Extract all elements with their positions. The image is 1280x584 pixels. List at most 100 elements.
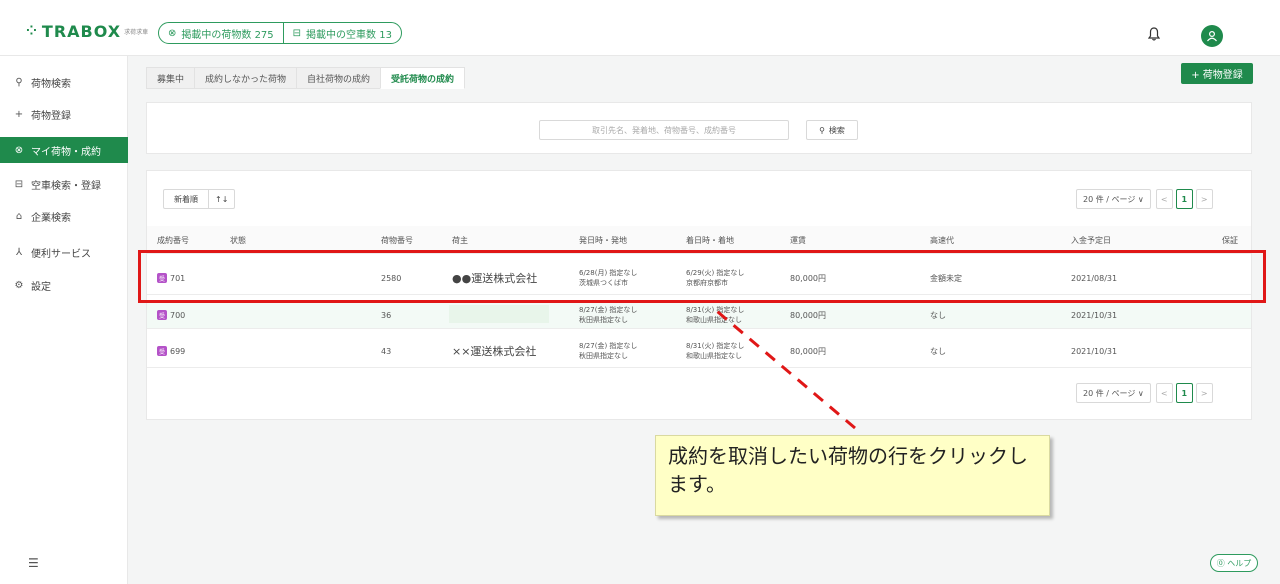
sidebar-item-truck-search[interactable]: ⊟ 空車検索・登録	[0, 171, 128, 197]
toll-cell: なし	[930, 346, 946, 356]
sidebar-item-label: 荷物登録	[31, 110, 71, 122]
cargo-count-label: 掲載中の荷物数 275	[181, 29, 274, 41]
box-icon: ⊗	[168, 27, 177, 39]
sidebar-item-cargo-register[interactable]: + 荷物登録	[0, 101, 128, 127]
next-page-button[interactable]: >	[1195, 189, 1213, 209]
sort-label: 新着順	[174, 194, 198, 204]
prev-page-button[interactable]: <	[1155, 383, 1173, 403]
page-size-label: 20 件 / ページ	[1083, 194, 1136, 204]
sidebar-item-label: 荷物検索	[31, 78, 71, 90]
logo[interactable]: ⁘ TRABOX 求荷求車	[26, 22, 148, 41]
people-icon: ⅄	[15, 246, 23, 258]
tab-consigned-contracts[interactable]: 受託荷物の成約	[380, 67, 466, 89]
bell-icon[interactable]	[1147, 27, 1161, 45]
truck-icon: ⊟	[292, 27, 302, 39]
help-icon: ⓪	[1216, 558, 1225, 568]
fare-cell: 80,000円	[790, 346, 826, 356]
table-row[interactable]: 受 700 36 8/27(金) 指定なし 秋田県指定なし 8/31(火) 指定なし…	[147, 301, 1251, 329]
page-number-button[interactable]: 1	[1175, 189, 1193, 209]
search-panel: 取引先名、発着地、荷物番号、成約番号 ⚲ 検索	[146, 102, 1252, 154]
help-label: ヘルプ	[1227, 558, 1252, 568]
user-avatar-icon[interactable]	[1201, 25, 1223, 47]
contract-badge-icon: 受	[157, 310, 167, 320]
departure-cell: 8/27(金) 指定なし 秋田県指定なし	[579, 301, 637, 329]
departure-place: 秋田県指定なし	[579, 316, 628, 324]
arrival-date: 8/31(火) 指定なし	[686, 306, 745, 314]
page-size-select[interactable]: 20 件 / ページ ∨	[1076, 383, 1151, 403]
plus-icon: +	[14, 108, 24, 120]
sidebar-item-my-cargo[interactable]: ⊗ マイ荷物・成約	[0, 137, 128, 163]
truck-icon: ⊟	[14, 178, 24, 190]
listing-stats: ⊗ 掲載中の荷物数 275 ⊟ 掲載中の空車数 13	[158, 22, 402, 44]
table-row[interactable]: 受 699 43 ××運送株式会社 8/27(金) 指定なし 秋田県指定なし 8/3…	[147, 334, 1251, 368]
box-icon: ⊗	[14, 144, 24, 156]
contract-id-cell: 受 700	[157, 301, 185, 329]
sidebar-item-label: マイ荷物・成約	[31, 146, 101, 158]
tab-not-contracted[interactable]: 成約しなかった荷物	[194, 67, 298, 89]
tab-own-contracts[interactable]: 自社荷物の成約	[296, 67, 382, 89]
search-input[interactable]: 取引先名、発着地、荷物番号、成約番号	[539, 120, 789, 140]
cargo-count-stat[interactable]: ⊗ 掲載中の荷物数 275	[159, 23, 283, 43]
search-icon: ⚲	[819, 125, 825, 135]
departure-place: 秋田県指定なし	[579, 352, 628, 360]
truck-count-stat[interactable]: ⊟ 掲載中の空車数 13	[282, 23, 401, 43]
tab-recruiting[interactable]: 募集中	[146, 67, 196, 89]
pagination-bottom: 20 件 / ページ ∨ < 1 >	[1076, 383, 1216, 403]
sort-select[interactable]: 新着順 ↑↓	[163, 189, 236, 209]
search-button-label: 検索	[828, 125, 845, 135]
gear-icon: ⚙	[14, 279, 24, 291]
search-button[interactable]: ⚲ 検索	[806, 120, 858, 140]
redacted-shipper	[449, 305, 549, 323]
contract-id: 699	[170, 346, 186, 356]
prev-page-button[interactable]: <	[1155, 189, 1173, 209]
arrival-cell: 8/31(火) 指定なし 和歌山県指定なし	[686, 301, 744, 329]
arrival-date: 8/31(火) 指定なし	[686, 342, 745, 350]
chevron-down-icon: ∨	[1137, 194, 1144, 204]
logo-text: TRABOX	[41, 22, 122, 41]
app-header: ⁘ TRABOX 求荷求車 ⊗ 掲載中の荷物数 275 ⊟ 掲載中の空車数 13	[0, 0, 1280, 56]
shipper-cell: ××運送株式会社	[452, 345, 537, 358]
payment-date-cell: 2021/10/31	[1071, 310, 1118, 320]
sidebar: ⚲ 荷物検索 + 荷物登録 ⊗ マイ荷物・成約 ⊟ 空車検索・登録 ⌂ 企業検索…	[0, 56, 128, 584]
sidebar-item-services[interactable]: ⅄ 便利サービス	[0, 239, 128, 265]
page-number-button[interactable]: 1	[1175, 383, 1193, 403]
pagination-top: 20 件 / ページ ∨ < 1 >	[1076, 189, 1216, 209]
arrival-cell: 8/31(火) 指定なし 和歌山県指定なし	[686, 334, 744, 368]
logo-mark-icon: ⁘	[26, 24, 38, 39]
truck-count-label: 掲載中の空車数 13	[306, 29, 392, 41]
toll-cell: なし	[930, 310, 946, 320]
building-icon: ⌂	[15, 210, 23, 222]
instruction-callout: 成約を取消したい荷物の行をクリックします。	[655, 435, 1050, 516]
contract-id: 700	[170, 310, 186, 320]
arrival-place: 和歌山県指定なし	[686, 352, 742, 360]
help-button[interactable]: ⓪ ヘルプ	[1210, 554, 1258, 572]
sidebar-item-label: 空車検索・登録	[31, 180, 101, 192]
sidebar-item-label: 便利サービス	[31, 248, 91, 260]
fare-cell: 80,000円	[790, 310, 826, 320]
sidebar-item-company-search[interactable]: ⌂ 企業検索	[0, 203, 128, 229]
sidebar-item-cargo-search[interactable]: ⚲ 荷物検索	[0, 69, 128, 95]
sidebar-item-label: 設定	[31, 281, 51, 293]
departure-date: 8/27(金) 指定なし	[579, 306, 638, 314]
page-size-select[interactable]: 20 件 / ページ ∨	[1076, 189, 1151, 209]
cargo-number-cell: 43	[381, 346, 392, 356]
sidebar-item-settings[interactable]: ⚙ 設定	[0, 272, 128, 298]
cargo-number-cell: 36	[381, 310, 392, 320]
contract-id-cell: 受 699	[157, 334, 185, 368]
search-icon: ⚲	[15, 76, 23, 88]
row-highlight-box	[138, 250, 1266, 303]
departure-cell: 8/27(金) 指定なし 秋田県指定なし	[579, 334, 637, 368]
chevron-down-icon: ∨	[1137, 388, 1144, 398]
sidebar-item-label: 企業検索	[31, 212, 71, 224]
page-size-label: 20 件 / ページ	[1083, 388, 1136, 398]
register-cargo-button[interactable]: + 荷物登録	[1181, 63, 1253, 84]
sort-order-icon[interactable]: ↑↓	[208, 190, 234, 208]
payment-date-cell: 2021/10/31	[1071, 346, 1118, 356]
menu-collapse-icon[interactable]: ☰	[28, 556, 39, 570]
contract-badge-icon: 受	[157, 346, 167, 356]
departure-date: 8/27(金) 指定なし	[579, 342, 638, 350]
tab-bar: 募集中 成約しなかった荷物 自社荷物の成約 受託荷物の成約	[146, 67, 466, 89]
logo-subtitle: 求荷求車	[124, 29, 149, 36]
next-page-button[interactable]: >	[1195, 383, 1213, 403]
arrival-place: 和歌山県指定なし	[686, 316, 742, 324]
